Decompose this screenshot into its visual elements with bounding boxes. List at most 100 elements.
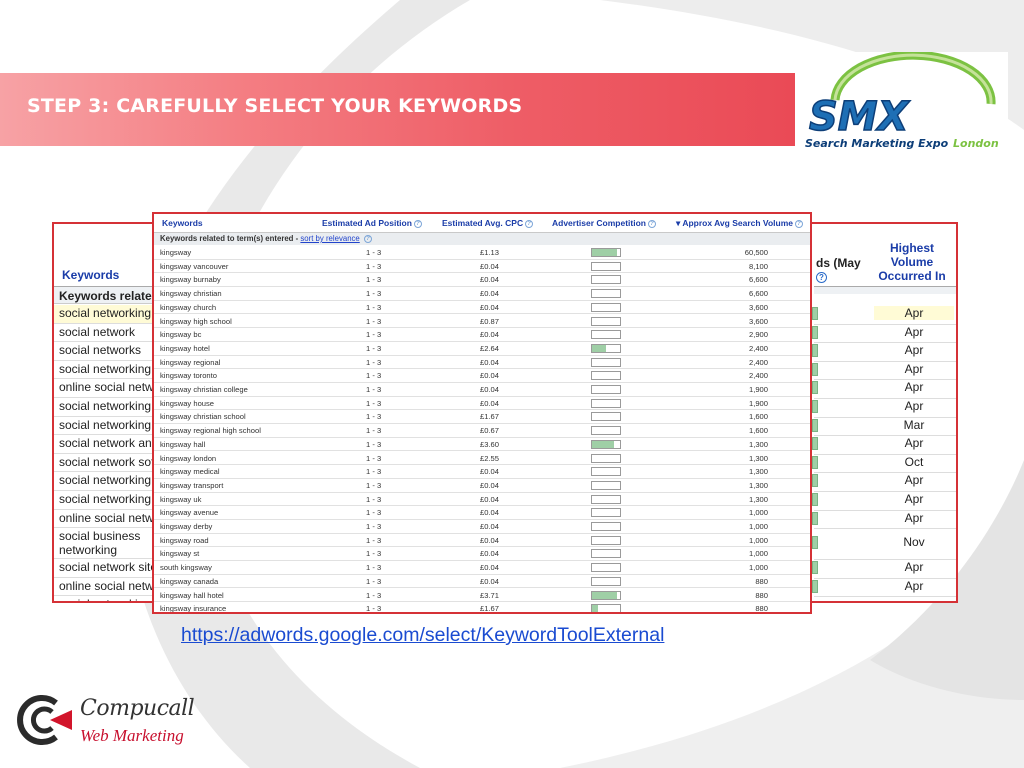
competition-bar [591, 316, 621, 326]
position-cell: 1 - 3 [366, 535, 382, 545]
keyword-cell: kingsway medical [160, 467, 220, 477]
sort-by-relevance-link[interactable]: sort by relevance [300, 234, 359, 243]
help-icon[interactable]: ? [413, 219, 422, 228]
position-cell: 1 - 3 [366, 289, 382, 299]
competition-bar [591, 467, 621, 477]
table-row[interactable]: kingsway house 1 - 3 £0.04 1,900 [154, 397, 810, 411]
position-cell: 1 - 3 [366, 439, 382, 449]
cpc-cell: £2.64 [480, 343, 500, 353]
position-cell: 1 - 3 [366, 412, 382, 422]
position-cell: 1 - 3 [366, 576, 382, 586]
keyword-cell: kingsway hotel [160, 343, 210, 353]
volume-cell: 1,600 [748, 412, 768, 422]
table-row[interactable]: kingsway transport 1 - 3 £0.04 1,300 [154, 479, 810, 493]
cpc-cell: £2.55 [480, 453, 500, 463]
table-row[interactable]: kingsway christian college 1 - 3 £0.04 1,90… [154, 383, 810, 397]
table-row[interactable]: kingsway regional high school 1 - 3 £0.67 1… [154, 424, 810, 438]
volume-cell: 1,300 [748, 467, 768, 477]
table-row[interactable]: kingsway hall hotel 1 - 3 £3.71 880 [154, 589, 810, 603]
keyword-cell: kingsway avenue [160, 508, 219, 518]
cpc-cell: £0.04 [480, 549, 500, 559]
table-row[interactable]: south kingsway 1 - 3 £0.04 1,000 [154, 561, 810, 575]
competition-bar [591, 439, 621, 449]
table-row[interactable]: kingsway bc 1 - 3 £0.04 2,900 [154, 328, 810, 342]
back-volume-bar [812, 437, 818, 451]
table-row[interactable]: kingsway hall 1 - 3 £3.60 1,300 [154, 438, 810, 452]
table-row[interactable]: kingsway toronto 1 - 3 £0.04 2,400 [154, 369, 810, 383]
volume-cell: 1,000 [748, 549, 768, 559]
position-cell: 1 - 3 [366, 330, 382, 340]
back-row-divider [814, 596, 956, 598]
cpc-cell: £0.04 [480, 563, 500, 573]
back-month-cell: Apr [904, 324, 924, 339]
table-row[interactable]: kingsway insurance 1 - 3 £1.67 880 [154, 602, 810, 612]
col-competition[interactable]: Advertiser Competition? [552, 218, 656, 228]
cpc-cell: £0.04 [480, 289, 500, 299]
volume-cell: 880 [755, 576, 768, 586]
col-position[interactable]: Estimated Ad Position? [322, 218, 422, 228]
table-row[interactable]: kingsway st 1 - 3 £0.04 1,000 [154, 547, 810, 562]
keyword-cell: south kingsway [160, 563, 212, 573]
table-row[interactable]: kingsway avenue 1 - 3 £0.04 1,000 [154, 506, 810, 520]
col-keywords[interactable]: Keywords [162, 218, 203, 228]
competition-bar [591, 508, 621, 518]
position-cell: 1 - 3 [366, 385, 382, 394]
back-month-cell: Apr [904, 436, 924, 451]
help-icon[interactable]: ? [363, 234, 372, 243]
competition-bar [591, 480, 621, 490]
col-volume[interactable]: ▾ Approx Avg Search Volume? [676, 218, 803, 229]
compucall-sub: Web Marketing [80, 726, 184, 745]
volume-cell: 6,600 [748, 289, 768, 299]
back-month-cell: Apr [904, 399, 924, 413]
table-row[interactable]: kingsway london 1 - 3 £2.55 1,300 [154, 452, 810, 466]
back-search-header-text: ds (May [816, 256, 861, 270]
volume-cell: 1,000 [748, 522, 768, 531]
title-banner: STEP 3: CAREFULLY SELECT YOUR KEYWORDS [0, 73, 795, 146]
volume-cell: 1,600 [748, 426, 768, 436]
table-row[interactable]: kingsway vancouver 1 - 3 £0.04 8,100 [154, 260, 810, 274]
volume-cell: 2,400 [748, 343, 768, 353]
help-icon[interactable]: ? [795, 219, 803, 228]
position-cell: 1 - 3 [366, 467, 382, 477]
position-cell: 1 - 3 [366, 508, 382, 518]
table-row[interactable]: kingsway church 1 - 3 £0.04 3,600 [154, 301, 810, 315]
cpc-cell: £0.04 [480, 330, 500, 340]
help-icon[interactable]: ? [525, 219, 534, 228]
cpc-cell: £1.13 [480, 248, 500, 257]
table-row[interactable]: kingsway high school 1 - 3 £0.87 3,600 [154, 315, 810, 329]
keyword-cell: kingsway toronto [160, 371, 217, 381]
competition-bar-fill [592, 249, 618, 256]
table-row[interactable]: kingsway christian school 1 - 3 £1.67 1,600 [154, 410, 810, 425]
position-cell: 1 - 3 [366, 248, 382, 257]
competition-bar [591, 604, 621, 612]
competition-bar [591, 302, 621, 312]
table-row[interactable]: kingsway medical 1 - 3 £0.04 1,300 [154, 465, 810, 479]
back-volume-bar [812, 325, 818, 339]
help-icon[interactable]: ? [648, 219, 656, 228]
keyword-cell: kingsway st [160, 549, 200, 559]
competition-bar [591, 289, 621, 299]
help-icon[interactable]: ? [816, 272, 827, 284]
table-row[interactable]: kingsway christian 1 - 3 £0.04 6,600 [154, 287, 810, 301]
competition-bar [591, 385, 621, 394]
volume-cell: 1,000 [748, 535, 768, 545]
adwords-url-link[interactable]: https://adwords.google.com/select/Keywor… [181, 624, 664, 647]
col-cpc[interactable]: Estimated Avg. CPC? [442, 218, 534, 228]
keyword-cell: kingsway christian [160, 289, 222, 299]
keyword-cell: kingsway hall [160, 439, 206, 449]
table-row[interactable]: kingsway burnaby 1 - 3 £0.04 6,600 [154, 273, 810, 288]
back-volume-bar [812, 493, 818, 506]
volume-cell: 1,300 [748, 480, 768, 490]
table-row[interactable]: kingsway uk 1 - 3 £0.04 1,300 [154, 493, 810, 507]
table-row[interactable]: kingsway canada 1 - 3 £0.04 880 [154, 575, 810, 589]
position-cell: 1 - 3 [366, 343, 382, 353]
table-row[interactable]: kingsway regional 1 - 3 £0.04 2,400 [154, 356, 810, 370]
volume-cell: 1,300 [748, 494, 768, 504]
volume-cell: 2,400 [748, 371, 768, 381]
competition-bar [591, 398, 621, 408]
table-row[interactable]: kingsway hotel 1 - 3 £2.64 2,400 [154, 342, 810, 356]
cpc-cell: £0.87 [480, 316, 500, 326]
table-row[interactable]: kingsway 1 - 3 £1.13 60,500 [154, 246, 810, 260]
table-row[interactable]: kingsway derby 1 - 3 £0.04 1,000 [154, 520, 810, 534]
table-row[interactable]: kingsway road 1 - 3 £0.04 1,000 [154, 534, 810, 548]
